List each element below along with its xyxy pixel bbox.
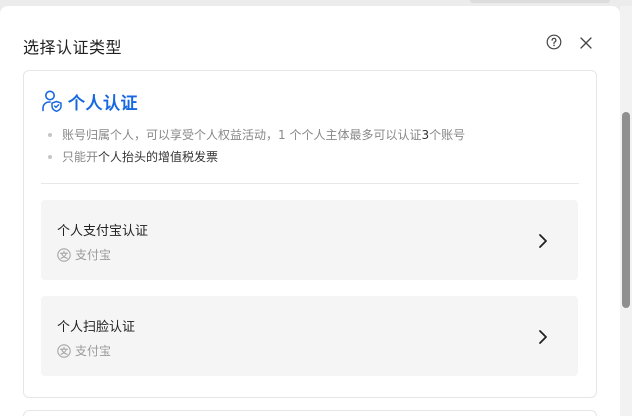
alipay-icon bbox=[57, 343, 71, 358]
tab-edge bbox=[470, 0, 610, 3]
option-subtitle: 支付宝 bbox=[57, 342, 111, 359]
help-button[interactable] bbox=[546, 34, 562, 50]
note-emphasis: 个人抬头的增值税发票 bbox=[98, 150, 219, 164]
auth-type-dialog: 选择认证类型 个人认证 账号归属个人，可以享受个人权益活动，1 个个人主体最多可… bbox=[0, 6, 620, 416]
dialog-title: 选择认证类型 bbox=[23, 38, 123, 57]
chevron-right-icon bbox=[539, 234, 547, 248]
divider bbox=[41, 183, 579, 184]
face-scan-auth-option[interactable]: 个人扫脸认证 支付宝 bbox=[41, 296, 578, 376]
option-subtitle-text: 支付宝 bbox=[75, 248, 112, 262]
bullet-dot bbox=[48, 155, 52, 159]
note-item: 只能开 个人抬头的增值税发票 bbox=[48, 146, 465, 168]
option-title: 个人扫脸认证 bbox=[57, 320, 136, 335]
chevron-right-icon bbox=[539, 330, 547, 344]
note-item: 账号归属个人，可以享受个人权益活动，1 个个人主体最多可以认证 3 个账号 bbox=[48, 124, 465, 146]
panel-header: 个人认证 bbox=[41, 88, 138, 114]
panel-title: 个人认证 bbox=[68, 93, 138, 114]
alipay-icon bbox=[57, 247, 71, 262]
person-shield-icon bbox=[42, 90, 62, 113]
bullet-dot bbox=[48, 133, 52, 137]
note-text: 账号归属个人，可以享受个人权益活动，1 个个人主体最多可以认证 bbox=[62, 128, 422, 142]
option-title: 个人支付宝认证 bbox=[57, 224, 149, 239]
option-subtitle: 支付宝 bbox=[57, 246, 111, 263]
auth-notes: 账号归属个人，可以享受个人权益活动，1 个个人主体最多可以认证 3 个账号 只能… bbox=[48, 124, 465, 168]
question-circle-icon bbox=[546, 34, 562, 50]
next-panel-edge bbox=[23, 410, 597, 416]
note-text: 只能开 bbox=[62, 150, 99, 164]
note-text-end: 个账号 bbox=[429, 128, 466, 142]
note-emphasis: 3 bbox=[421, 128, 430, 142]
close-button[interactable] bbox=[578, 35, 594, 51]
close-icon bbox=[580, 37, 592, 49]
scrollbar-thumb[interactable] bbox=[622, 112, 630, 308]
personal-auth-panel: 个人认证 账号归属个人，可以享受个人权益活动，1 个个人主体最多可以认证 3 个… bbox=[23, 70, 597, 398]
alipay-auth-option[interactable]: 个人支付宝认证 支付宝 bbox=[41, 200, 578, 280]
option-subtitle-text: 支付宝 bbox=[75, 344, 112, 358]
